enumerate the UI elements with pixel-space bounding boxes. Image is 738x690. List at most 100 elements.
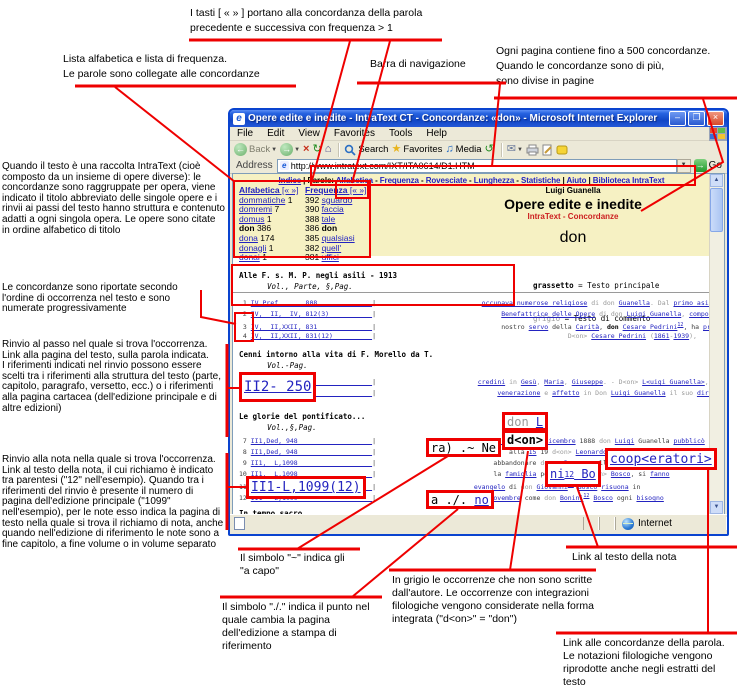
favorites-button[interactable]: ★ Favorites <box>391 143 442 156</box>
word-link[interactable]: Bo <box>574 467 596 481</box>
menu-file[interactable]: File <box>230 128 260 139</box>
word-link[interactable]: quell' <box>322 243 342 253</box>
word-link[interactable]: tale <box>322 214 336 224</box>
word-link[interactable]: servo <box>529 323 549 331</box>
word-link[interactable]: dicembre <box>544 437 575 445</box>
note-number-link[interactable]: 12 <box>564 470 574 479</box>
word-link[interactable]: credini <box>478 378 505 386</box>
word-link[interactable]: Luigi Guanella <box>611 389 666 397</box>
menu-favorites[interactable]: Favorites <box>327 128 382 139</box>
menu-help[interactable]: Help <box>419 128 454 139</box>
word-link[interactable]: sguardo <box>322 195 353 205</box>
scroll-thumb[interactable] <box>710 188 723 232</box>
go-button[interactable]: → Go <box>694 159 722 172</box>
nav-link-alfabetica[interactable]: Alfabetica <box>336 176 373 185</box>
concordance-ref-link[interactable]: IV,Pref, , 808 <box>251 299 372 307</box>
media-button[interactable]: ♫ Media <box>445 143 481 156</box>
word-link[interactable]: Luigi Guanella <box>626 310 681 318</box>
nav-link-rovesciate[interactable]: Rovesciate <box>426 176 467 185</box>
word-link[interactable]: faccia <box>322 204 344 214</box>
list-prev-next-buttons[interactable]: [« »] <box>280 185 299 195</box>
word-link[interactable]: dommatiche <box>239 195 285 205</box>
forward-dropdown-icon[interactable]: ▼ <box>294 147 300 153</box>
page-ref-link[interactable]: II2- 250 <box>244 379 311 395</box>
word-link[interactable]: pubblicò <box>673 437 704 445</box>
list-title-link[interactable]: Alfabetica <box>239 185 280 195</box>
messenger-button[interactable] <box>556 144 568 156</box>
word-link[interactable]: Maria <box>544 378 564 386</box>
word-link[interactable]: ni <box>550 467 564 481</box>
concordance-ref-link[interactable]: II1, L,1098 <box>251 459 372 467</box>
word-link[interactable]: donagli <box>239 243 266 253</box>
edit-button[interactable] <box>542 144 553 156</box>
context-text: don <box>611 310 627 318</box>
word-link[interactable]: Bosco <box>593 494 613 502</box>
word-link[interactable]: 1861 <box>654 332 670 340</box>
nav-link-indice[interactable]: Indice <box>279 176 302 185</box>
word-link[interactable]: occupava numerose religiose <box>482 299 588 307</box>
word-link[interactable]: qualsiasi <box>322 233 355 243</box>
word-link[interactable]: Bonini <box>560 494 583 502</box>
mail-dropdown-icon[interactable]: ▼ <box>517 147 523 153</box>
word-link[interactable]: affetto <box>552 389 579 397</box>
menu-tools[interactable]: Tools <box>382 128 419 139</box>
search-button[interactable]: Search <box>344 144 388 156</box>
history-button[interactable]: ↺ <box>485 143 494 156</box>
address-input[interactable]: e http://www.intratext.com/IXT/ITA0614/D… <box>277 159 677 173</box>
address-dropdown-button[interactable]: ▼ <box>677 159 691 173</box>
back-button[interactable]: ← Back ▼ <box>234 143 277 156</box>
word-link[interactable]: bisogno <box>636 494 663 502</box>
word-link[interactable]: dona <box>239 233 258 243</box>
minimize-button[interactable]: – <box>669 111 686 126</box>
print-button[interactable] <box>526 144 539 156</box>
word-link[interactable]: venerazione <box>497 389 540 397</box>
word-link[interactable]: domremi <box>239 204 272 214</box>
concordance-ref-link[interactable]: IV, II,XXII, 831 <box>251 323 372 331</box>
concordance-ref-link[interactable]: IV, II, IV, 812(3) <box>251 310 372 318</box>
concordance-ref-link[interactable]: II1,Ded, 948 <box>251 448 372 456</box>
word-link[interactable]: Benefattrice delle Opere <box>501 310 595 318</box>
word-link[interactable]: domus <box>239 214 265 224</box>
word-link[interactable]: donai <box>239 252 260 262</box>
word-link[interactable]: Carità <box>576 323 599 331</box>
stop-button[interactable]: × <box>303 143 309 156</box>
nav-link-aiuto[interactable]: Aiuto <box>566 176 586 185</box>
word-link[interactable]: uffici <box>322 252 339 262</box>
word-concordance-link[interactable]: coop<eratori> <box>610 452 712 467</box>
word-link[interactable]: Cesare Pedrini <box>623 323 678 331</box>
word-link[interactable]: Bosco <box>611 470 631 478</box>
word-link[interactable]: 1939 <box>673 332 689 340</box>
word-link[interactable]: Giuseppe <box>572 378 603 386</box>
concordance-ref-link[interactable]: IV, II,XXII, 831(12) <box>251 332 372 340</box>
word-link[interactable]: fanno <box>650 470 670 478</box>
forward-button[interactable]: → ▼ <box>280 143 300 156</box>
word-link[interactable]: Luigi <box>615 437 635 445</box>
mail-button[interactable]: ✉▼ <box>507 143 523 156</box>
word-link[interactable]: famiglia <box>505 470 536 478</box>
nav-link-biblioteca[interactable]: Biblioteca IntraText <box>593 176 665 185</box>
nav-link-statistiche[interactable]: Statistiche <box>521 176 560 185</box>
concordance-ref-link[interactable]: II1,Ded, 948 <box>251 437 372 445</box>
word-link[interactable]: novembre <box>489 494 520 502</box>
word-link[interactable]: L <box>536 415 543 429</box>
back-dropdown-icon[interactable]: ▼ <box>271 147 277 153</box>
word-link[interactable]: L<uigi Guanella> <box>642 378 705 386</box>
list-prev-next-buttons[interactable]: [« »] <box>348 185 367 195</box>
scroll-down-button[interactable]: ▼ <box>710 501 723 514</box>
nav-link-frequenza[interactable]: Frequenza <box>380 176 419 185</box>
word-link[interactable]: Cesare Pedrini <box>591 332 646 340</box>
word-link[interactable]: Guanella <box>619 299 650 307</box>
maximize-button[interactable]: ❐ <box>688 111 705 126</box>
close-button[interactable]: × <box>707 111 724 126</box>
word-link[interactable]: Gesù <box>521 378 537 386</box>
menu-edit[interactable]: Edit <box>260 128 291 139</box>
nav-link-lunghezza[interactable]: Lunghezza <box>474 176 514 185</box>
note-ref-link[interactable]: II1-L,1099(12) <box>251 480 361 495</box>
menu-view[interactable]: View <box>291 128 327 139</box>
word-link[interactable]: no <box>474 493 488 507</box>
home-button[interactable]: ⌂ <box>325 143 332 156</box>
word-link[interactable]: risuona <box>601 483 628 491</box>
refresh-button[interactable]: ↻ <box>312 143 321 156</box>
list-title-link[interactable]: Frequenza <box>305 185 348 195</box>
scroll-up-button[interactable]: ▲ <box>710 174 723 187</box>
